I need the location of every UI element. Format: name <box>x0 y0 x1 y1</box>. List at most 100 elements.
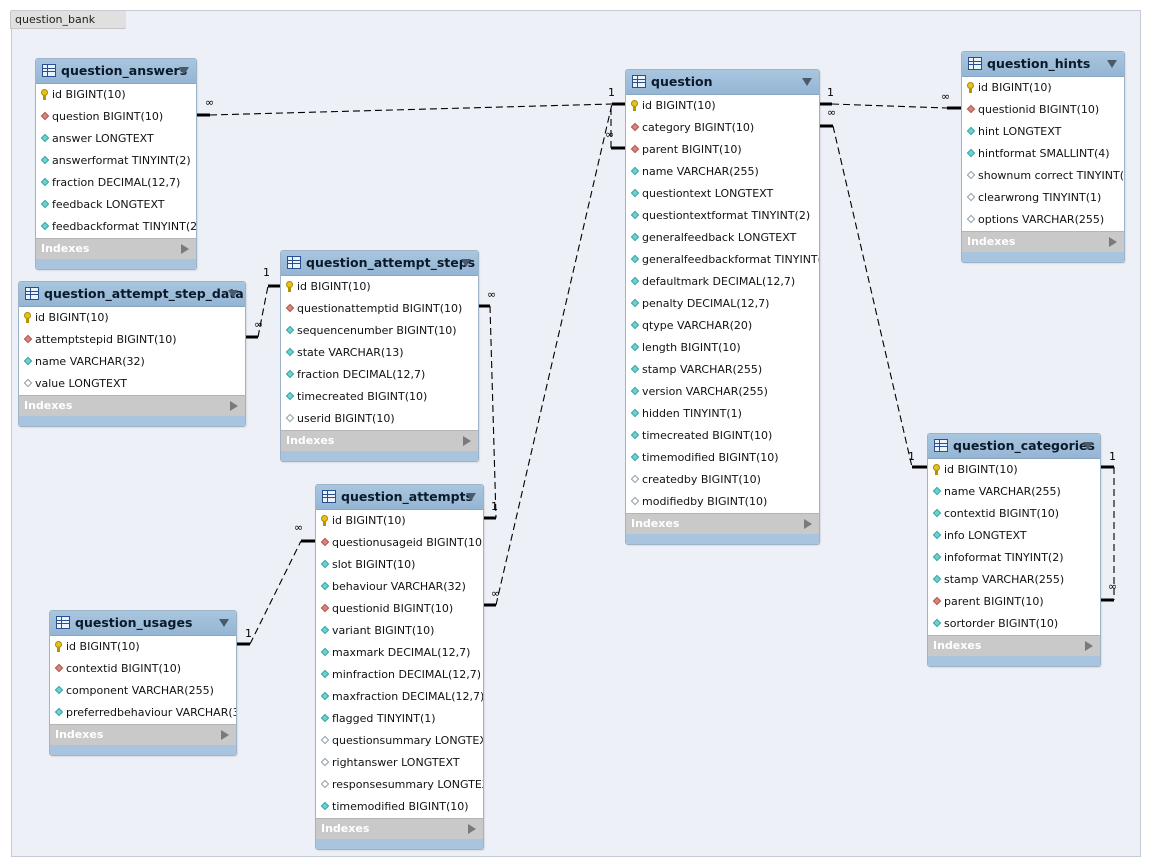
table-question-attempts[interactable]: question_attempts id BIGINT(10) questionus… <box>315 484 484 850</box>
collapse-arrow-icon[interactable] <box>219 619 229 627</box>
column-row[interactable]: name VARCHAR(255) <box>928 481 1100 503</box>
column-row[interactable]: parent BIGINT(10) <box>928 591 1100 613</box>
expand-arrow-icon[interactable] <box>230 401 238 411</box>
column-row[interactable]: variant BIGINT(10) <box>316 620 483 642</box>
column-row[interactable]: contextid BIGINT(10) <box>50 658 236 680</box>
column-row[interactable]: slot BIGINT(10) <box>316 554 483 576</box>
column-row[interactable]: id BIGINT(10) <box>626 95 819 117</box>
column-row[interactable]: penalty DECIMAL(12,7) <box>626 293 819 315</box>
column-row[interactable]: timemodified BIGINT(10) <box>316 796 483 818</box>
column-row[interactable]: stamp VARCHAR(255) <box>626 359 819 381</box>
expand-arrow-icon[interactable] <box>181 244 189 254</box>
column-row[interactable]: questionsummary LONGTEXT <box>316 730 483 752</box>
column-row[interactable]: attemptstepid BIGINT(10) <box>19 329 245 351</box>
column-row[interactable]: length BIGINT(10) <box>626 337 819 359</box>
collapse-arrow-icon[interactable] <box>1107 60 1117 68</box>
column-row[interactable]: qtype VARCHAR(20) <box>626 315 819 337</box>
column-row[interactable]: id BIGINT(10) <box>36 84 196 106</box>
column-row[interactable]: maxfraction DECIMAL(12,7) <box>316 686 483 708</box>
table-header[interactable]: question_attempts <box>316 485 483 510</box>
column-row[interactable]: value LONGTEXT <box>19 373 245 395</box>
column-row[interactable]: fraction DECIMAL(12,7) <box>36 172 196 194</box>
column-row[interactable]: id BIGINT(10) <box>50 636 236 658</box>
column-row[interactable]: generalfeedbackformat TINYINT(2) <box>626 249 819 271</box>
column-row[interactable]: timecreated BIGINT(10) <box>281 386 478 408</box>
column-row[interactable]: sortorder BIGINT(10) <box>928 613 1100 635</box>
column-row[interactable]: parent BIGINT(10) <box>626 139 819 161</box>
collapse-arrow-icon[interactable] <box>1083 442 1093 450</box>
table-header[interactable]: question_hints <box>962 52 1124 77</box>
column-row[interactable]: generalfeedback LONGTEXT <box>626 227 819 249</box>
table-header[interactable]: question <box>626 70 819 95</box>
column-row[interactable]: defaultmark DECIMAL(12,7) <box>626 271 819 293</box>
column-row[interactable]: createdby BIGINT(10) <box>626 469 819 491</box>
column-row[interactable]: timemodified BIGINT(10) <box>626 447 819 469</box>
indexes-section[interactable]: Indexes <box>316 818 483 839</box>
table-question-hints[interactable]: question_hints id BIGINT(10) questionid BI… <box>961 51 1125 263</box>
column-row[interactable]: timecreated BIGINT(10) <box>626 425 819 447</box>
collapse-arrow-icon[interactable] <box>179 67 189 75</box>
column-row[interactable]: feedback LONGTEXT <box>36 194 196 216</box>
table-header[interactable]: question_categories <box>928 434 1100 459</box>
collapse-arrow-icon[interactable] <box>461 259 471 267</box>
column-row[interactable]: contextid BIGINT(10) <box>928 503 1100 525</box>
column-row[interactable]: options VARCHAR(255) <box>962 209 1124 231</box>
column-row[interactable]: id BIGINT(10) <box>928 459 1100 481</box>
column-row[interactable]: clearwrong TINYINT(1) <box>962 187 1124 209</box>
table-header[interactable]: question_attempt_steps <box>281 251 478 276</box>
column-row[interactable]: answerformat TINYINT(2) <box>36 150 196 172</box>
column-row[interactable]: questiontext LONGTEXT <box>626 183 819 205</box>
column-row[interactable]: infoformat TINYINT(2) <box>928 547 1100 569</box>
table-question-attempt-steps[interactable]: question_attempt_steps id BIGINT(10) quest… <box>280 250 479 462</box>
column-row[interactable]: questionusageid BIGINT(10) <box>316 532 483 554</box>
column-row[interactable]: name VARCHAR(255) <box>626 161 819 183</box>
table-header[interactable]: question_usages <box>50 611 236 636</box>
indexes-section[interactable]: Indexes <box>50 724 236 745</box>
table-header[interactable]: question_answers <box>36 59 196 84</box>
column-row[interactable]: id BIGINT(10) <box>962 77 1124 99</box>
column-row[interactable]: questionid BIGINT(10) <box>962 99 1124 121</box>
column-row[interactable]: preferredbehaviour VARCHAR(32) <box>50 702 236 724</box>
column-row[interactable]: questionattemptid BIGINT(10) <box>281 298 478 320</box>
column-row[interactable]: minfraction DECIMAL(12,7) <box>316 664 483 686</box>
column-row[interactable]: id BIGINT(10) <box>281 276 478 298</box>
indexes-section[interactable]: Indexes <box>962 231 1124 252</box>
table-question-usages[interactable]: question_usages id BIGINT(10) contextid BI… <box>49 610 237 756</box>
table-question-attempt-step-data[interactable]: question_attempt_step_data id BIGINT(10) a… <box>18 281 246 427</box>
collapse-arrow-icon[interactable] <box>466 493 476 501</box>
expand-arrow-icon[interactable] <box>804 519 812 529</box>
column-row[interactable]: hintformat SMALLINT(4) <box>962 143 1124 165</box>
column-row[interactable]: questiontextformat TINYINT(2) <box>626 205 819 227</box>
column-row[interactable]: answer LONGTEXT <box>36 128 196 150</box>
column-row[interactable]: responsesummary LONGTEXT <box>316 774 483 796</box>
collapse-arrow-icon[interactable] <box>802 78 812 86</box>
column-row[interactable]: version VARCHAR(255) <box>626 381 819 403</box>
diagram-tab[interactable]: question_bank <box>10 11 126 29</box>
column-row[interactable]: info LONGTEXT <box>928 525 1100 547</box>
column-row[interactable]: shownum correct TINYINT(1) <box>962 165 1124 187</box>
indexes-section[interactable]: Indexes <box>281 430 478 451</box>
column-row[interactable]: id BIGINT(10) <box>316 510 483 532</box>
indexes-section[interactable]: Indexes <box>19 395 245 416</box>
table-header[interactable]: question_attempt_step_data <box>19 282 245 307</box>
column-row[interactable]: flagged TINYINT(1) <box>316 708 483 730</box>
column-row[interactable]: stamp VARCHAR(255) <box>928 569 1100 591</box>
collapse-arrow-icon[interactable] <box>228 290 238 298</box>
indexes-section[interactable]: Indexes <box>36 238 196 259</box>
expand-arrow-icon[interactable] <box>1109 237 1117 247</box>
column-row[interactable]: rightanswer LONGTEXT <box>316 752 483 774</box>
column-row[interactable]: userid BIGINT(10) <box>281 408 478 430</box>
column-row[interactable]: modifiedby BIGINT(10) <box>626 491 819 513</box>
column-row[interactable]: question BIGINT(10) <box>36 106 196 128</box>
column-row[interactable]: category BIGINT(10) <box>626 117 819 139</box>
column-row[interactable]: feedbackformat TINYINT(2) <box>36 216 196 238</box>
expand-arrow-icon[interactable] <box>468 824 476 834</box>
column-row[interactable]: component VARCHAR(255) <box>50 680 236 702</box>
indexes-section[interactable]: Indexes <box>626 513 819 534</box>
column-row[interactable]: sequencenumber BIGINT(10) <box>281 320 478 342</box>
column-row[interactable]: hint LONGTEXT <box>962 121 1124 143</box>
column-row[interactable]: behaviour VARCHAR(32) <box>316 576 483 598</box>
expand-arrow-icon[interactable] <box>221 730 229 740</box>
column-row[interactable]: fraction DECIMAL(12,7) <box>281 364 478 386</box>
column-row[interactable]: hidden TINYINT(1) <box>626 403 819 425</box>
